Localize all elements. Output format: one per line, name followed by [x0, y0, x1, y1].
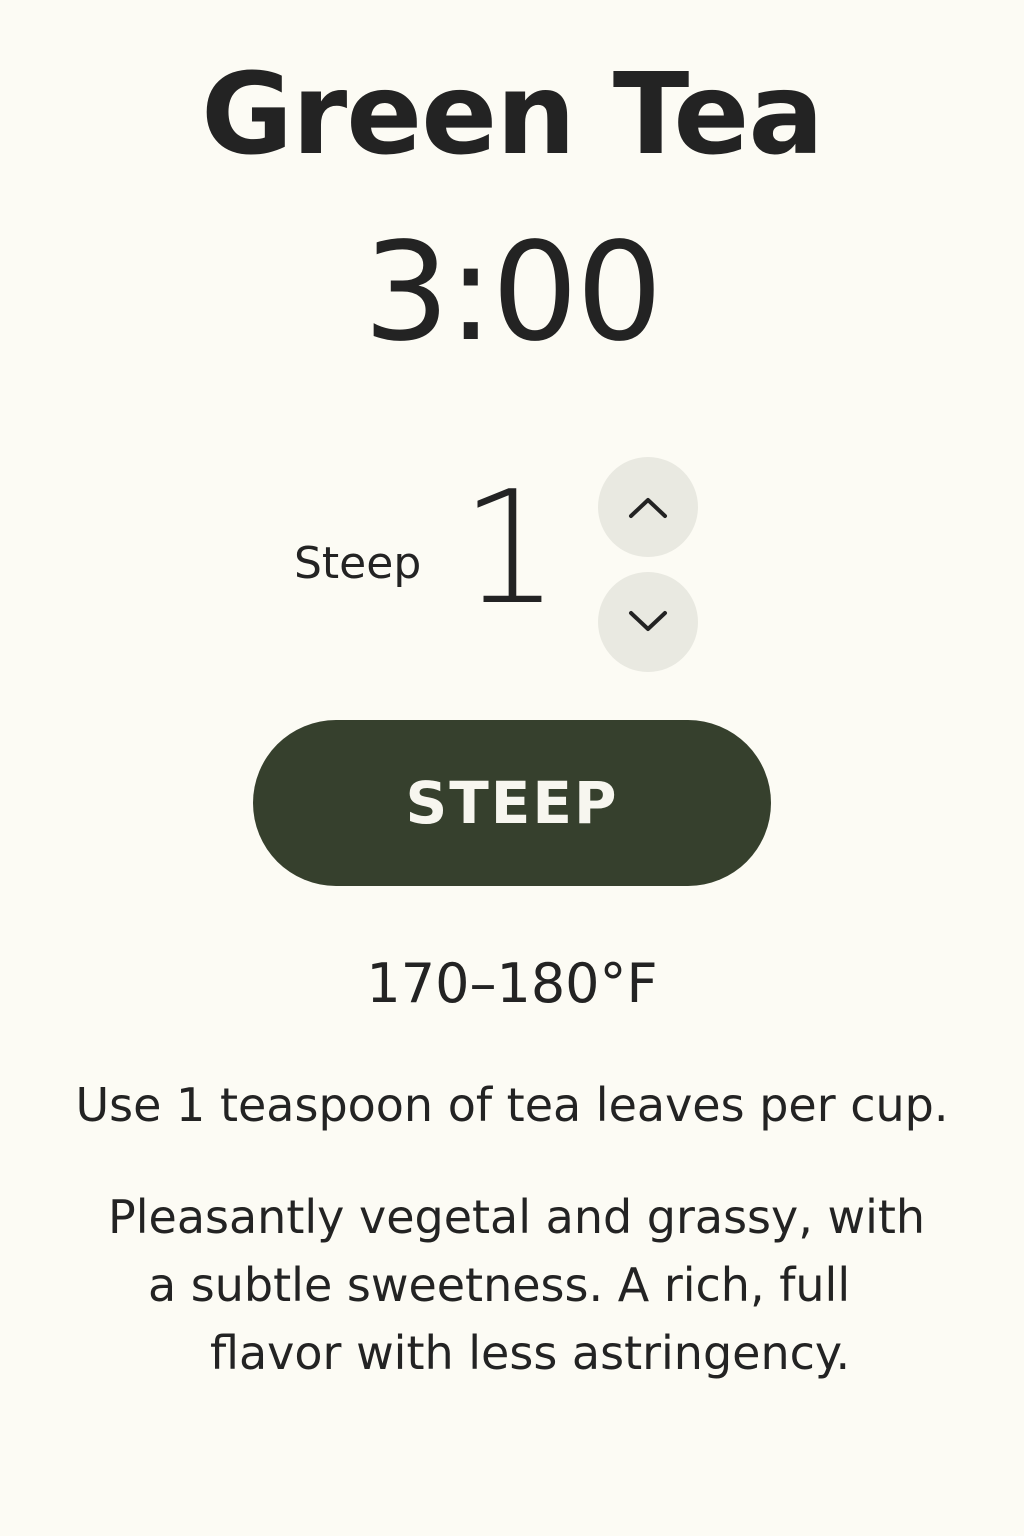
water-temperature: 170–180°F — [366, 952, 658, 1015]
decrement-steep-button[interactable] — [598, 572, 698, 672]
steep-button-label: STEEP — [405, 769, 619, 837]
tea-title: Green Tea — [201, 50, 824, 180]
brewing-instructions: Use 1 teaspoon of tea leaves per cup. — [75, 1078, 949, 1132]
steep-label: Steep — [294, 538, 422, 589]
description-line: a subtle sweetness. A rich, full — [148, 1258, 851, 1312]
description-line: flavor with less astringency. — [210, 1326, 851, 1380]
steep-count: 1 — [460, 457, 560, 639]
steep-button[interactable]: STEEP — [253, 720, 771, 886]
increment-steep-button[interactable] — [598, 457, 698, 557]
chevron-down-icon — [629, 611, 667, 631]
steep-timer: 3:00 — [363, 214, 662, 372]
description-line: Pleasantly vegetal and grassy, with — [108, 1190, 926, 1244]
chevron-up-icon — [629, 498, 667, 518]
